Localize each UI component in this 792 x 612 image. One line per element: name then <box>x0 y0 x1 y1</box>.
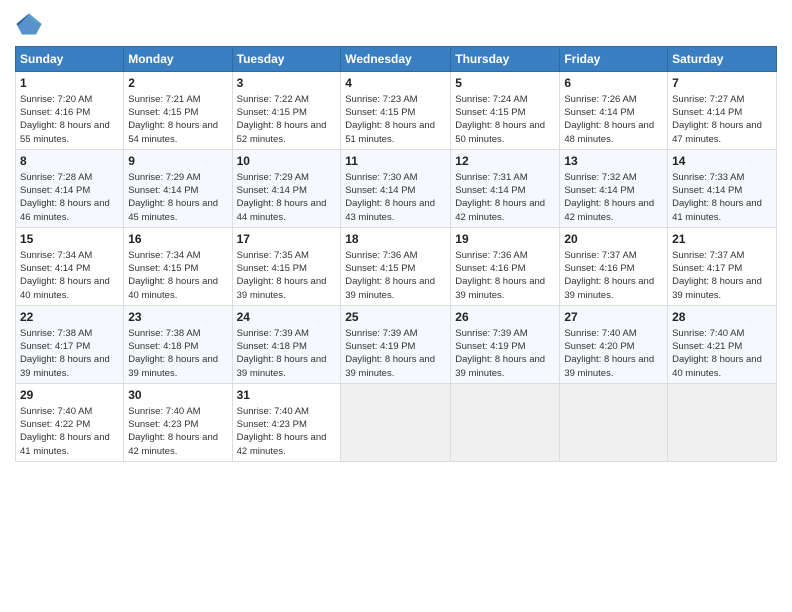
calendar-body: 1Sunrise: 7:20 AMSunset: 4:16 PMDaylight… <box>16 72 777 462</box>
calendar-cell: 3Sunrise: 7:22 AMSunset: 4:15 PMDaylight… <box>232 72 341 150</box>
calendar-cell: 7Sunrise: 7:27 AMSunset: 4:14 PMDaylight… <box>668 72 777 150</box>
day-number: 24 <box>237 309 337 326</box>
calendar-week-row: 22Sunrise: 7:38 AMSunset: 4:17 PMDayligh… <box>16 305 777 383</box>
header <box>15 10 777 38</box>
day-number: 26 <box>455 309 555 326</box>
calendar-cell: 26Sunrise: 7:39 AMSunset: 4:19 PMDayligh… <box>451 305 560 383</box>
calendar-cell: 24Sunrise: 7:39 AMSunset: 4:18 PMDayligh… <box>232 305 341 383</box>
calendar-cell: 15Sunrise: 7:34 AMSunset: 4:14 PMDayligh… <box>16 227 124 305</box>
day-number: 6 <box>564 75 663 92</box>
calendar-cell: 4Sunrise: 7:23 AMSunset: 4:15 PMDaylight… <box>341 72 451 150</box>
day-number: 23 <box>128 309 227 326</box>
calendar-cell: 2Sunrise: 7:21 AMSunset: 4:15 PMDaylight… <box>124 72 232 150</box>
day-number: 11 <box>345 153 446 170</box>
calendar-day-header: Monday <box>124 47 232 72</box>
calendar-cell: 21Sunrise: 7:37 AMSunset: 4:17 PMDayligh… <box>668 227 777 305</box>
calendar-cell <box>560 383 668 461</box>
calendar-cell: 8Sunrise: 7:28 AMSunset: 4:14 PMDaylight… <box>16 149 124 227</box>
calendar-cell: 23Sunrise: 7:38 AMSunset: 4:18 PMDayligh… <box>124 305 232 383</box>
day-number: 14 <box>672 153 772 170</box>
calendar-cell: 10Sunrise: 7:29 AMSunset: 4:14 PMDayligh… <box>232 149 341 227</box>
calendar-cell: 29Sunrise: 7:40 AMSunset: 4:22 PMDayligh… <box>16 383 124 461</box>
day-number: 5 <box>455 75 555 92</box>
calendar-cell: 20Sunrise: 7:37 AMSunset: 4:16 PMDayligh… <box>560 227 668 305</box>
calendar-cell: 6Sunrise: 7:26 AMSunset: 4:14 PMDaylight… <box>560 72 668 150</box>
day-number: 27 <box>564 309 663 326</box>
calendar-day-header: Friday <box>560 47 668 72</box>
day-number: 18 <box>345 231 446 248</box>
day-number: 25 <box>345 309 446 326</box>
day-number: 20 <box>564 231 663 248</box>
calendar-cell: 9Sunrise: 7:29 AMSunset: 4:14 PMDaylight… <box>124 149 232 227</box>
day-number: 22 <box>20 309 119 326</box>
calendar-day-header: Saturday <box>668 47 777 72</box>
day-number: 8 <box>20 153 119 170</box>
day-number: 16 <box>128 231 227 248</box>
day-number: 29 <box>20 387 119 404</box>
day-number: 4 <box>345 75 446 92</box>
day-number: 28 <box>672 309 772 326</box>
calendar-day-header: Thursday <box>451 47 560 72</box>
calendar-cell <box>668 383 777 461</box>
calendar-header-row: SundayMondayTuesdayWednesdayThursdayFrid… <box>16 47 777 72</box>
calendar-week-row: 15Sunrise: 7:34 AMSunset: 4:14 PMDayligh… <box>16 227 777 305</box>
day-number: 12 <box>455 153 555 170</box>
calendar-cell: 25Sunrise: 7:39 AMSunset: 4:19 PMDayligh… <box>341 305 451 383</box>
calendar-day-header: Wednesday <box>341 47 451 72</box>
calendar-cell: 22Sunrise: 7:38 AMSunset: 4:17 PMDayligh… <box>16 305 124 383</box>
calendar-cell: 27Sunrise: 7:40 AMSunset: 4:20 PMDayligh… <box>560 305 668 383</box>
calendar-day-header: Sunday <box>16 47 124 72</box>
calendar-cell: 18Sunrise: 7:36 AMSunset: 4:15 PMDayligh… <box>341 227 451 305</box>
day-number: 1 <box>20 75 119 92</box>
day-number: 30 <box>128 387 227 404</box>
calendar-cell: 30Sunrise: 7:40 AMSunset: 4:23 PMDayligh… <box>124 383 232 461</box>
calendar-day-header: Tuesday <box>232 47 341 72</box>
calendar-cell: 28Sunrise: 7:40 AMSunset: 4:21 PMDayligh… <box>668 305 777 383</box>
day-number: 9 <box>128 153 227 170</box>
day-number: 17 <box>237 231 337 248</box>
calendar-week-row: 29Sunrise: 7:40 AMSunset: 4:22 PMDayligh… <box>16 383 777 461</box>
calendar-week-row: 8Sunrise: 7:28 AMSunset: 4:14 PMDaylight… <box>16 149 777 227</box>
calendar-cell: 17Sunrise: 7:35 AMSunset: 4:15 PMDayligh… <box>232 227 341 305</box>
day-number: 7 <box>672 75 772 92</box>
day-number: 3 <box>237 75 337 92</box>
calendar-cell: 11Sunrise: 7:30 AMSunset: 4:14 PMDayligh… <box>341 149 451 227</box>
calendar-cell: 1Sunrise: 7:20 AMSunset: 4:16 PMDaylight… <box>16 72 124 150</box>
day-number: 15 <box>20 231 119 248</box>
logo-icon <box>15 10 43 38</box>
calendar-cell: 13Sunrise: 7:32 AMSunset: 4:14 PMDayligh… <box>560 149 668 227</box>
calendar-cell <box>451 383 560 461</box>
calendar-cell: 14Sunrise: 7:33 AMSunset: 4:14 PMDayligh… <box>668 149 777 227</box>
day-number: 10 <box>237 153 337 170</box>
calendar-cell: 19Sunrise: 7:36 AMSunset: 4:16 PMDayligh… <box>451 227 560 305</box>
calendar-table: SundayMondayTuesdayWednesdayThursdayFrid… <box>15 46 777 462</box>
day-number: 21 <box>672 231 772 248</box>
calendar-cell <box>341 383 451 461</box>
calendar-cell: 16Sunrise: 7:34 AMSunset: 4:15 PMDayligh… <box>124 227 232 305</box>
calendar-cell: 5Sunrise: 7:24 AMSunset: 4:15 PMDaylight… <box>451 72 560 150</box>
day-number: 2 <box>128 75 227 92</box>
calendar-week-row: 1Sunrise: 7:20 AMSunset: 4:16 PMDaylight… <box>16 72 777 150</box>
calendar-cell: 31Sunrise: 7:40 AMSunset: 4:23 PMDayligh… <box>232 383 341 461</box>
day-number: 19 <box>455 231 555 248</box>
page: SundayMondayTuesdayWednesdayThursdayFrid… <box>0 0 792 612</box>
day-number: 13 <box>564 153 663 170</box>
logo <box>15 10 47 38</box>
calendar-cell: 12Sunrise: 7:31 AMSunset: 4:14 PMDayligh… <box>451 149 560 227</box>
day-number: 31 <box>237 387 337 404</box>
